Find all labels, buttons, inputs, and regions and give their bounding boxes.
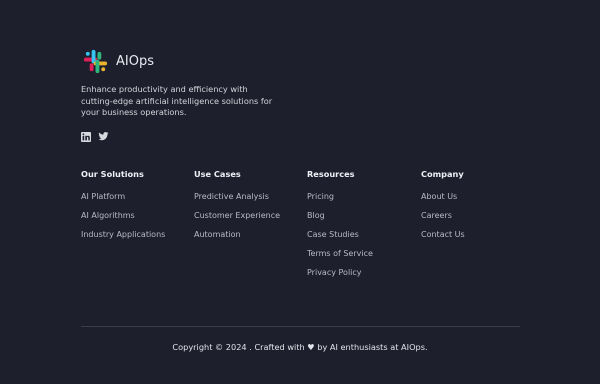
footer-link[interactable]: AI Algorithms xyxy=(81,211,165,221)
footer-column-resources: Resources Pricing Blog Case Studies Term… xyxy=(307,169,373,287)
footer-link[interactable]: Pricing xyxy=(307,192,373,202)
tagline: Enhance productivity and efficiency with… xyxy=(81,84,273,118)
footer-link[interactable]: Contact Us xyxy=(421,230,465,240)
footer-link[interactable]: Terms of Service xyxy=(307,249,373,259)
social-links xyxy=(81,127,109,142)
column-title: Our Solutions xyxy=(81,169,144,179)
footer-link[interactable]: Industry Applications xyxy=(81,230,165,240)
footer-column-use-cases: Use Cases Predictive Analysis Customer E… xyxy=(194,169,280,249)
footer-column-solutions: Our Solutions AI Platform AI Algorithms … xyxy=(81,169,165,249)
twitter-icon[interactable] xyxy=(98,127,109,141)
column-title: Company xyxy=(421,169,464,179)
brand-logo-icon xyxy=(83,49,108,74)
brand[interactable]: AIOps xyxy=(81,47,154,76)
footer-divider xyxy=(81,326,520,327)
column-title: Resources xyxy=(307,169,355,179)
footer-link[interactable]: Automation xyxy=(194,230,280,240)
footer-link[interactable]: Customer Experience xyxy=(194,211,280,221)
linkedin-icon[interactable] xyxy=(81,127,91,142)
column-title: Use Cases xyxy=(194,169,241,179)
footer-link[interactable]: Privacy Policy xyxy=(307,268,373,278)
footer-link[interactable]: Careers xyxy=(421,211,465,221)
footer-link[interactable]: Case Studies xyxy=(307,230,373,240)
footer-link[interactable]: About Us xyxy=(421,192,465,202)
copyright-text: Copyright © 2024 . Crafted with ♥ by AI … xyxy=(172,342,428,352)
brand-name: AIOps xyxy=(116,54,154,69)
footer-column-company: Company About Us Careers Contact Us xyxy=(421,169,465,249)
footer-link[interactable]: AI Platform xyxy=(81,192,165,202)
footer-link[interactable]: Blog xyxy=(307,211,373,221)
footer-link[interactable]: Predictive Analysis xyxy=(194,192,280,202)
